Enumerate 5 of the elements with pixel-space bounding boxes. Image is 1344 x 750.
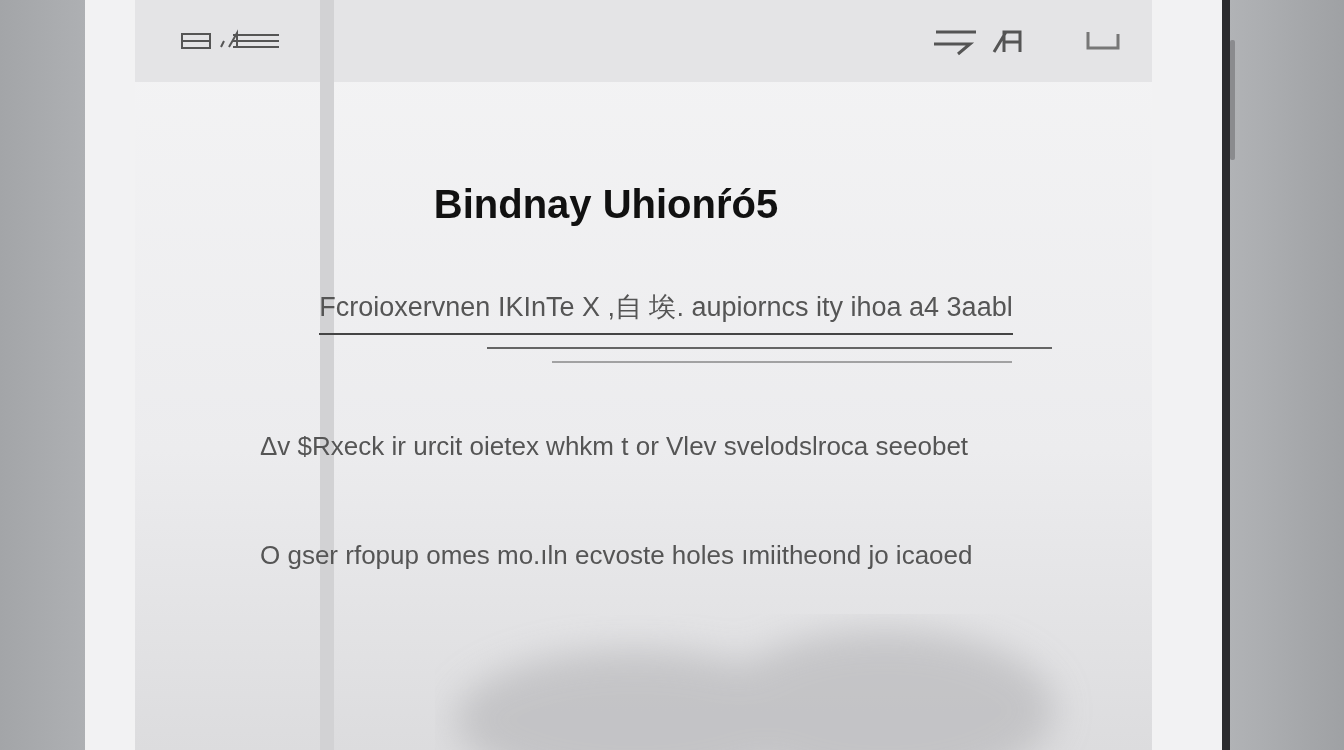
- body-text: Δv $Rxeck ir urcit oietex whkm t or Vlev svelodslroca seeobet: [260, 431, 969, 462]
- app-title: Bindnay Uhionŕó5: [433, 182, 779, 227]
- tray-icon[interactable]: [1086, 30, 1122, 52]
- body-text: O gser rfopup omes mo.ıln ecvoste holes ımiitheond jo icaoed: [260, 540, 973, 571]
- subtitle-text: Fcroioxervnen IKInTe X ,自 埃. aupiorncs ity ihoa a4 3aabl: [319, 289, 1013, 335]
